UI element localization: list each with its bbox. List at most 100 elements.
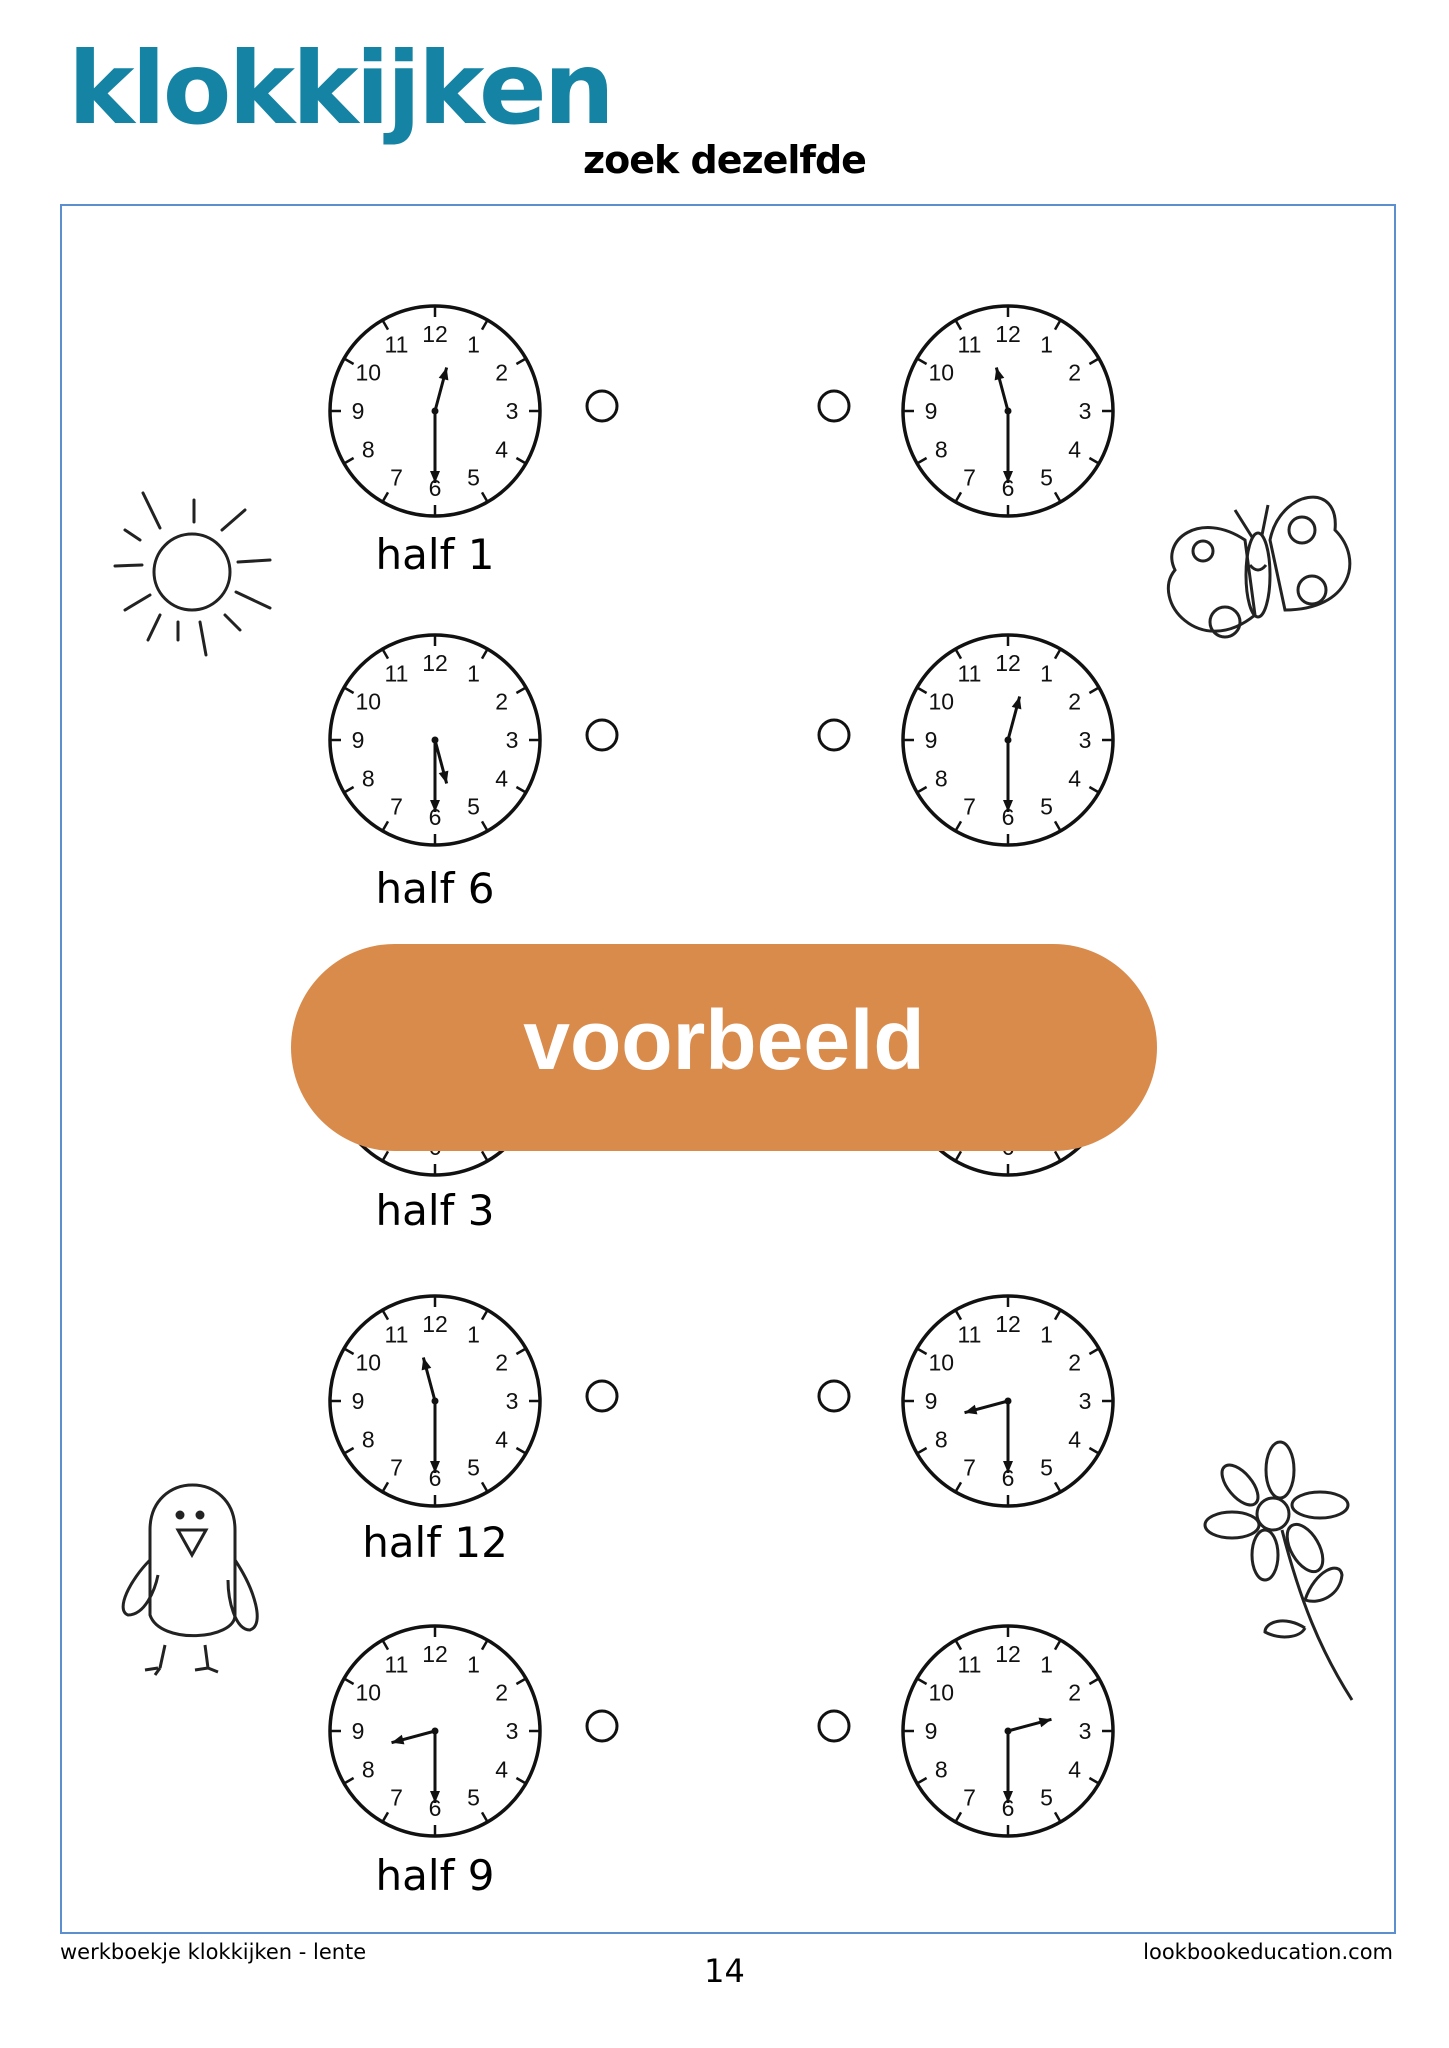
clock-numeral: 11 (385, 331, 409, 357)
clock-numeral: 3 (506, 1388, 519, 1414)
clock-numeral: 1 (1040, 1651, 1053, 1677)
clock-numeral: 9 (352, 1388, 365, 1414)
clock-center (1004, 407, 1012, 415)
clock-numeral: 3 (1079, 727, 1092, 753)
time-label: half 1 (375, 530, 495, 579)
clock-numeral: 4 (1068, 1757, 1081, 1783)
clock-numeral: 4 (495, 1757, 508, 1783)
clock-numeral: 7 (390, 1785, 403, 1811)
clock-numeral: 4 (495, 1427, 508, 1453)
clock-numeral: 5 (467, 465, 480, 491)
footer-website: lookbookeducation.com (1143, 1940, 1393, 1964)
clock-numeral: 11 (958, 660, 982, 686)
clock-numeral: 10 (356, 1350, 382, 1376)
clock-numeral: 5 (1040, 465, 1053, 491)
clock-numeral: 1 (1040, 660, 1053, 686)
match-dot-right[interactable] (817, 1709, 851, 1743)
match-dot-right[interactable] (817, 718, 851, 752)
clock-numeral: 7 (390, 794, 403, 820)
clock-numeral: 5 (467, 794, 480, 820)
clock-numeral: 4 (495, 766, 508, 792)
match-dot-left[interactable] (585, 718, 619, 752)
bird-icon (121, 1483, 259, 1676)
clock-numeral: 12 (422, 1311, 448, 1337)
clock-numeral: 2 (495, 1350, 508, 1376)
clock-numeral: 3 (1079, 398, 1092, 424)
time-label: half 12 (362, 1518, 508, 1567)
butterfly-icon (1167, 495, 1352, 639)
clock-numeral: 8 (362, 766, 375, 792)
clock-numeral: 2 (495, 689, 508, 715)
time-label: half 9 (375, 1851, 495, 1900)
flower-icon (1203, 1440, 1354, 1701)
time-label: half 6 (375, 864, 495, 913)
clock-left: 121234567891011 (328, 633, 542, 847)
clock-center (431, 1397, 439, 1405)
clock-numeral: 11 (385, 660, 409, 686)
clock-numeral: 4 (1068, 437, 1081, 463)
clock-numeral: 7 (963, 794, 976, 820)
clock-center (1004, 1727, 1012, 1735)
clock-numeral: 9 (925, 1388, 938, 1414)
clock-numeral: 12 (422, 650, 448, 676)
clock-numeral: 12 (995, 1311, 1021, 1337)
clock-numeral: 1 (467, 1321, 480, 1347)
clock-numeral: 1 (1040, 331, 1053, 357)
clock-right: 121234567891011 (901, 1624, 1115, 1838)
clock-numeral: 8 (935, 766, 948, 792)
clock-numeral: 9 (352, 1718, 365, 1744)
clock-numeral: 9 (925, 727, 938, 753)
clock-numeral: 8 (362, 1427, 375, 1453)
clock-numeral: 7 (390, 465, 403, 491)
banner-text: voorbeeld (523, 993, 925, 1087)
clock-center (431, 1727, 439, 1735)
match-dot-left[interactable] (585, 1379, 619, 1413)
clock-numeral: 5 (1040, 794, 1053, 820)
clock-numeral: 7 (390, 1455, 403, 1481)
match-dot-right[interactable] (817, 1379, 851, 1413)
clock-right: 121234567891011 (901, 304, 1115, 518)
clock-numeral: 11 (958, 331, 982, 357)
clock-numeral: 2 (1068, 360, 1081, 386)
clock-numeral: 9 (352, 398, 365, 424)
sample-watermark-banner: voorbeeld (291, 944, 1157, 1151)
clock-left: 121234567891011 (328, 304, 542, 518)
clock-numeral: 4 (1068, 1427, 1081, 1453)
clock-numeral: 11 (385, 1651, 409, 1677)
clock-numeral: 4 (1068, 766, 1081, 792)
match-dot-left[interactable] (585, 389, 619, 423)
clock-numeral: 10 (929, 360, 955, 386)
clock-numeral: 3 (1079, 1388, 1092, 1414)
clock-numeral: 8 (935, 437, 948, 463)
clock-numeral: 5 (1040, 1455, 1053, 1481)
match-dot-right[interactable] (817, 389, 851, 423)
clock-numeral: 5 (1040, 1785, 1053, 1811)
clock-numeral: 8 (935, 1427, 948, 1453)
clock-numeral: 7 (963, 1455, 976, 1481)
clock-numeral: 2 (1068, 1680, 1081, 1706)
clock-numeral: 9 (925, 1718, 938, 1744)
clock-numeral: 12 (422, 321, 448, 347)
clock-numeral: 10 (929, 1350, 955, 1376)
clock-numeral: 4 (495, 437, 508, 463)
clock-center (1004, 1397, 1012, 1405)
clock-numeral: 5 (467, 1455, 480, 1481)
clock-numeral: 12 (995, 650, 1021, 676)
clock-numeral: 8 (362, 437, 375, 463)
clock-numeral: 10 (929, 689, 955, 715)
clock-numeral: 10 (356, 1680, 382, 1706)
clock-numeral: 8 (935, 1757, 948, 1783)
clock-center (431, 736, 439, 744)
time-label: half 3 (375, 1186, 495, 1235)
clock-numeral: 3 (1079, 1718, 1092, 1744)
clock-numeral: 1 (467, 1651, 480, 1677)
clock-numeral: 9 (925, 398, 938, 424)
clock-numeral: 12 (422, 1641, 448, 1667)
clock-numeral: 1 (467, 331, 480, 357)
clock-right: 121234567891011 (901, 633, 1115, 847)
match-dot-left[interactable] (585, 1709, 619, 1743)
clock-numeral: 9 (352, 727, 365, 753)
clock-numeral: 2 (495, 1680, 508, 1706)
sun-icon (113, 491, 272, 657)
clock-numeral: 2 (1068, 1350, 1081, 1376)
